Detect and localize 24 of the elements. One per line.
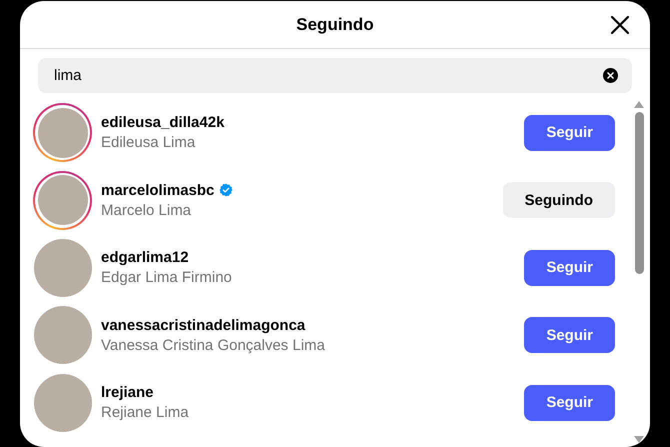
avatar-photo-placeholder	[38, 108, 88, 158]
following-button[interactable]: Seguindo	[502, 182, 615, 218]
full-name: Vanessa Cristina Gonçalves Lima	[101, 336, 326, 354]
full-name: Rejiane Lima	[101, 404, 190, 422]
scroll-down-icon[interactable]	[634, 436, 644, 443]
scroll-up-icon[interactable]	[634, 101, 644, 108]
follow-button[interactable]: Seguir	[524, 250, 615, 286]
follow-button[interactable]: Seguir	[524, 114, 615, 151]
scrollbar-thumb[interactable]	[634, 112, 644, 274]
follow-button[interactable]: Seguir	[524, 384, 615, 421]
username[interactable]: lrejiane	[101, 384, 154, 402]
full-name: Marcelo Lima	[101, 202, 192, 219]
follow-button[interactable]: Seguir	[524, 317, 615, 354]
full-name: Edgar Lima Firmino	[101, 269, 233, 286]
username[interactable]: marcelolimasbc	[101, 182, 214, 199]
username[interactable]: edileusa_dilla42k	[101, 114, 224, 132]
search-field[interactable]: lima	[38, 58, 632, 93]
username[interactable]: vanessacristinadelimagonca	[101, 316, 306, 334]
dialog-title: Seguindo	[296, 14, 374, 34]
clear-icon[interactable]	[603, 68, 618, 83]
close-button[interactable]	[608, 13, 632, 37]
username[interactable]: edgarlima12	[101, 249, 189, 266]
full-name: Edileusa Lima	[101, 134, 196, 152]
avatar-photo-placeholder	[38, 175, 88, 226]
